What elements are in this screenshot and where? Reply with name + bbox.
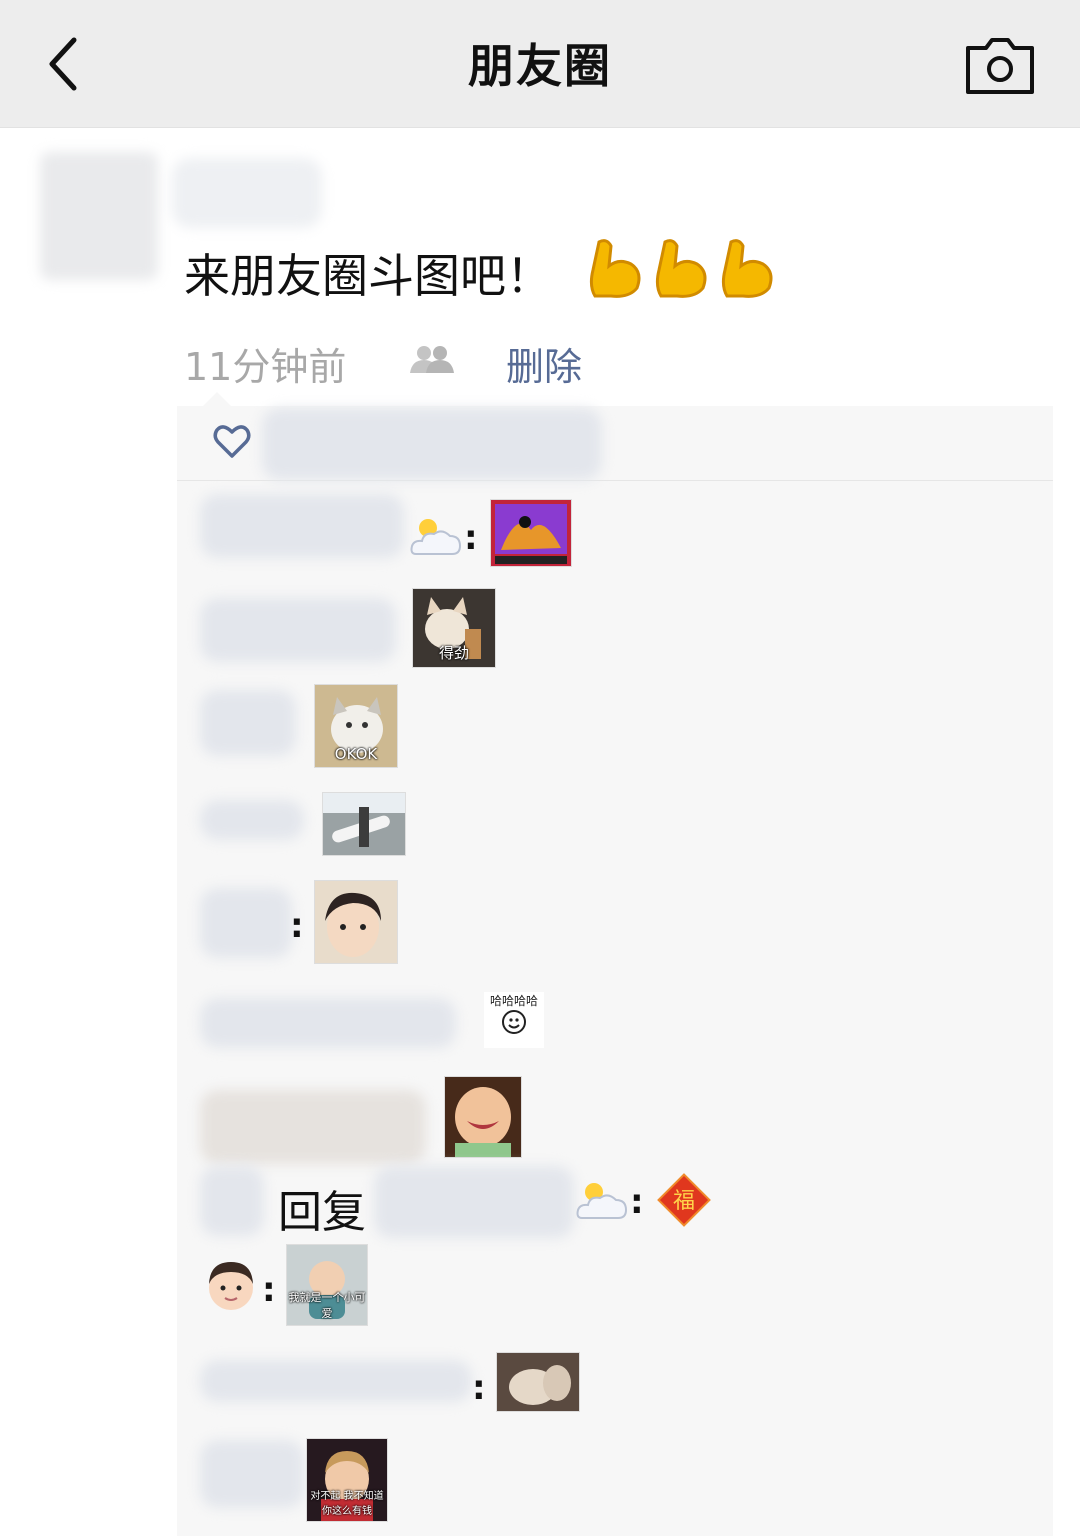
- sticker-caption: 得劲: [438, 644, 469, 662]
- flexed-biceps-icon: [721, 239, 773, 298]
- navigation-bar: 朋友圈: [0, 0, 1080, 128]
- camera-icon[interactable]: [964, 34, 1036, 96]
- sticker-image[interactable]: 对不起 我不知道你这么有钱: [306, 1438, 388, 1522]
- post-time: 11分钟前: [184, 345, 347, 389]
- commenter-name[interactable]: [200, 1090, 426, 1164]
- heart-icon: [213, 425, 251, 458]
- sticker-image[interactable]: [490, 499, 572, 567]
- sticker-caption: OKOK: [334, 745, 378, 763]
- sun-behind-cloud-icon: [410, 519, 462, 555]
- sticker-image[interactable]: 我就是一个小可爱: [286, 1244, 368, 1326]
- sticker-image[interactable]: [444, 1076, 522, 1158]
- boy-emoji-icon: [209, 1262, 253, 1310]
- sticker-caption: 我就是一个小可爱: [288, 1291, 366, 1320]
- sun-behind-cloud-icon: [576, 1183, 628, 1219]
- author-avatar[interactable]: [40, 152, 158, 280]
- fu-character: 福: [673, 1189, 695, 1214]
- commenter-name[interactable]: [200, 888, 292, 958]
- sticker-image[interactable]: [322, 792, 406, 856]
- commenter-name[interactable]: [200, 690, 296, 756]
- sticker-image[interactable]: OKOK: [314, 684, 398, 768]
- commenter-name[interactable]: [200, 1440, 304, 1508]
- commenter-name[interactable]: [200, 998, 456, 1048]
- flexed-biceps-icon: [589, 239, 641, 298]
- fu-diamond-icon: 福: [657, 1173, 711, 1227]
- flexed-biceps-emoji-group: [585, 236, 777, 302]
- commenter-name[interactable]: [200, 1360, 472, 1402]
- sticker-image[interactable]: [496, 1352, 580, 1412]
- sticker-image[interactable]: 得劲: [412, 588, 496, 668]
- sticker-caption: 对不起 我不知道你这么有钱: [310, 1491, 384, 1517]
- commenter-name[interactable]: [200, 598, 396, 662]
- commenter-name[interactable]: [200, 800, 304, 840]
- sticker-image[interactable]: [314, 880, 398, 964]
- visibility-people-icon[interactable]: [408, 344, 456, 374]
- author-name[interactable]: [172, 158, 322, 228]
- sticker-image[interactable]: 哈哈哈哈: [484, 992, 544, 1048]
- reply-label: 回复: [278, 1187, 366, 1238]
- reply-target-name[interactable]: [374, 1166, 574, 1238]
- sticker-caption: 哈哈哈哈: [489, 994, 538, 1008]
- page-title: 朋友圈: [468, 39, 612, 93]
- commenter-name[interactable]: [200, 494, 404, 558]
- commenter-name[interactable]: [200, 1166, 264, 1236]
- likers-names[interactable]: [262, 408, 602, 480]
- flexed-biceps-icon: [655, 239, 707, 298]
- post-text: 来朋友圈斗图吧！: [184, 249, 552, 303]
- delete-button[interactable]: 删除: [506, 336, 582, 391]
